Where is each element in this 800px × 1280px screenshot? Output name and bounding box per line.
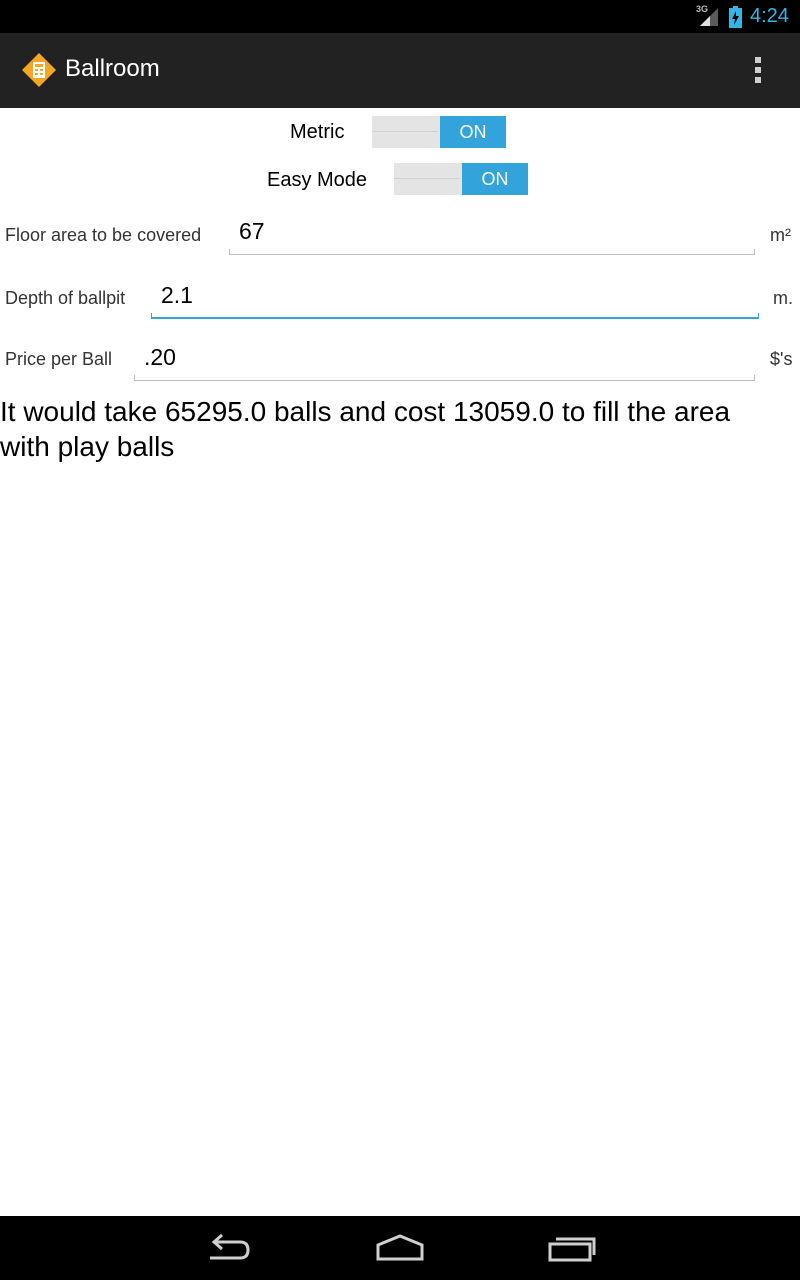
signal-icon: 3G xyxy=(696,4,720,28)
overflow-dot xyxy=(755,77,761,83)
navigation-bar xyxy=(0,1216,800,1280)
recent-apps-icon xyxy=(548,1237,596,1262)
status-time: 4:24 xyxy=(750,5,789,27)
back-icon xyxy=(210,1233,250,1260)
overflow-dot xyxy=(755,57,761,63)
field-underline xyxy=(229,254,755,255)
recent-apps-button[interactable] xyxy=(542,1230,602,1266)
depth-field[interactable] xyxy=(151,275,759,319)
field-underline-edge xyxy=(754,375,755,381)
metric-toggle-thumb: ON xyxy=(440,116,506,148)
field-underline-edge xyxy=(754,249,755,255)
field-underline xyxy=(151,317,759,319)
overflow-menu-button[interactable] xyxy=(738,50,778,90)
depth-unit: m. xyxy=(773,288,793,308)
metric-label: Metric xyxy=(290,121,345,143)
home-button[interactable] xyxy=(370,1230,430,1266)
metric-toggle[interactable]: ON xyxy=(372,116,506,148)
floor-area-field[interactable] xyxy=(229,211,755,255)
price-unit: $'s xyxy=(770,349,793,369)
price-label: Price per Ball xyxy=(5,349,113,369)
field-underline-edge xyxy=(134,375,135,381)
depth-label: Depth of ballpit xyxy=(5,288,126,308)
action-bar: Ballroom xyxy=(0,33,800,108)
toggle-track xyxy=(372,131,438,132)
price-input[interactable] xyxy=(134,337,755,377)
floor-area-label: Floor area to be covered xyxy=(5,225,202,245)
field-underline xyxy=(134,380,755,381)
field-underline-edge xyxy=(151,313,152,319)
app-logo-icon xyxy=(21,52,57,88)
depth-input[interactable] xyxy=(151,275,759,315)
price-field[interactable] xyxy=(134,337,755,381)
floor-area-input[interactable] xyxy=(229,211,755,251)
toggle-track xyxy=(394,178,460,179)
field-underline-edge xyxy=(229,249,230,255)
overflow-dot xyxy=(755,67,761,73)
easy-mode-toggle[interactable]: ON xyxy=(394,163,528,195)
app-title: Ballroom xyxy=(65,55,160,82)
home-icon xyxy=(376,1234,424,1261)
easy-mode-label: Easy Mode xyxy=(267,169,368,191)
back-button[interactable] xyxy=(200,1230,260,1266)
battery-charging-icon xyxy=(729,6,742,28)
result-text: It would take 65295.0 balls and cost 130… xyxy=(0,396,731,462)
easy-mode-toggle-thumb: ON xyxy=(462,163,528,195)
floor-area-unit: m² xyxy=(770,225,791,245)
field-underline-edge xyxy=(758,313,759,319)
status-bar: 3G 4:24 xyxy=(0,0,800,33)
